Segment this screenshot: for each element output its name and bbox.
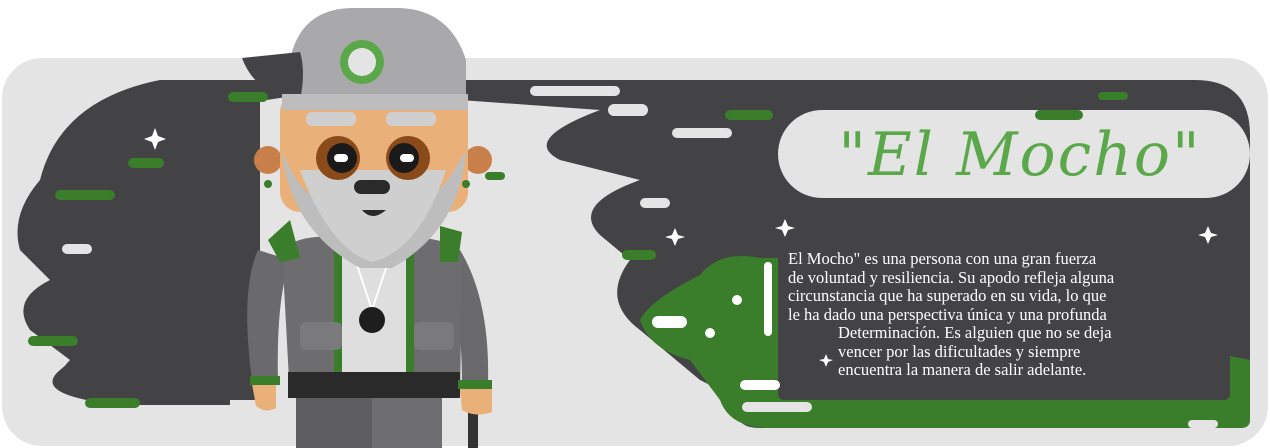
description-line: Determinación. Es alguien que no se deja [838, 323, 1112, 342]
description-line: encuentra la manera de salir adelante. [838, 360, 1087, 379]
banner-illustration [2, 8, 1268, 448]
description-line: El Mocho" es una persona con una gran fu… [788, 249, 1097, 268]
description-line: le ha dado una perspectiva única y una p… [788, 304, 1107, 324]
character-description: El Mocho" es una persona con una gran fu… [788, 249, 1228, 380]
page-title: "El Mocho" [838, 120, 1202, 190]
description-line: circunstancia que ha superado en su vida… [788, 286, 1107, 305]
banner: "El Mocho" El Mocho" es una persona con … [0, 0, 1270, 448]
description-line: vencer por las dificultades y siempre [838, 341, 1081, 361]
description-line: de voluntad y resiliencia. Su apodo refl… [788, 267, 1115, 287]
